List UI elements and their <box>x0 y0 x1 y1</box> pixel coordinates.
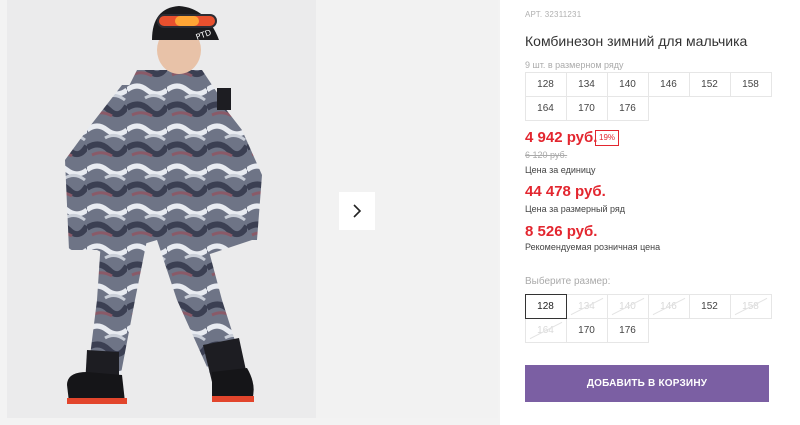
pack-size-cell: 176 <box>606 95 649 121</box>
pack-note: 9 шт. в размерном ряду <box>525 60 624 70</box>
chevron-right-icon <box>353 204 362 218</box>
size-select-label: Выберите размер: <box>525 276 611 287</box>
size-option[interactable]: 128 <box>524 293 567 319</box>
pack-size-cell: 152 <box>688 71 731 97</box>
pack-size-cell: 164 <box>524 95 567 121</box>
size-option: 134 <box>565 293 608 319</box>
old-price: 6 120 руб. <box>525 150 568 160</box>
product-title: Комбинезон зимний для мальчика <box>525 33 748 49</box>
pack-price-label: Цена за размерный ряд <box>525 204 626 214</box>
size-option: 140 <box>606 293 649 319</box>
size-option[interactable]: 152 <box>688 293 731 319</box>
product-photo-illustration: PTD <box>7 0 316 418</box>
add-to-cart-button[interactable]: ДОБАВИТЬ В КОРЗИНУ <box>525 365 769 402</box>
unit-price: 4 942 руб. <box>525 129 598 146</box>
pack-price: 44 478 руб. <box>525 183 606 200</box>
pack-size-cell: 140 <box>606 71 649 97</box>
pack-size-cell: 134 <box>565 71 608 97</box>
size-option: 164 <box>524 317 567 343</box>
discount-badge: 19% <box>595 130 620 146</box>
retail-price-label: Рекомендуемая розничная цена <box>525 242 661 252</box>
product-photo[interactable]: PTD <box>7 0 316 418</box>
size-option[interactable]: 176 <box>606 317 649 343</box>
size-option[interactable]: 170 <box>565 317 608 343</box>
unit-price-label: Цена за единицу <box>525 165 596 175</box>
size-selector: 128 134 140 146 152 158 164 170 176 <box>524 293 772 343</box>
pack-size-cell: 128 <box>524 71 567 97</box>
retail-price: 8 526 руб. <box>525 223 598 240</box>
pack-sizes-grid: 128 134 140 146 152 158 164 170 176 <box>524 71 772 121</box>
next-photo-button[interactable] <box>339 192 375 230</box>
product-gallery: PTD <box>0 0 500 425</box>
pack-size-cell: 158 <box>729 71 772 97</box>
pack-size-cell: 170 <box>565 95 608 121</box>
size-option: 158 <box>729 293 772 319</box>
pack-size-cell: 146 <box>647 71 690 97</box>
size-option: 146 <box>647 293 690 319</box>
product-sku: АРТ. 32311231 <box>525 10 582 19</box>
